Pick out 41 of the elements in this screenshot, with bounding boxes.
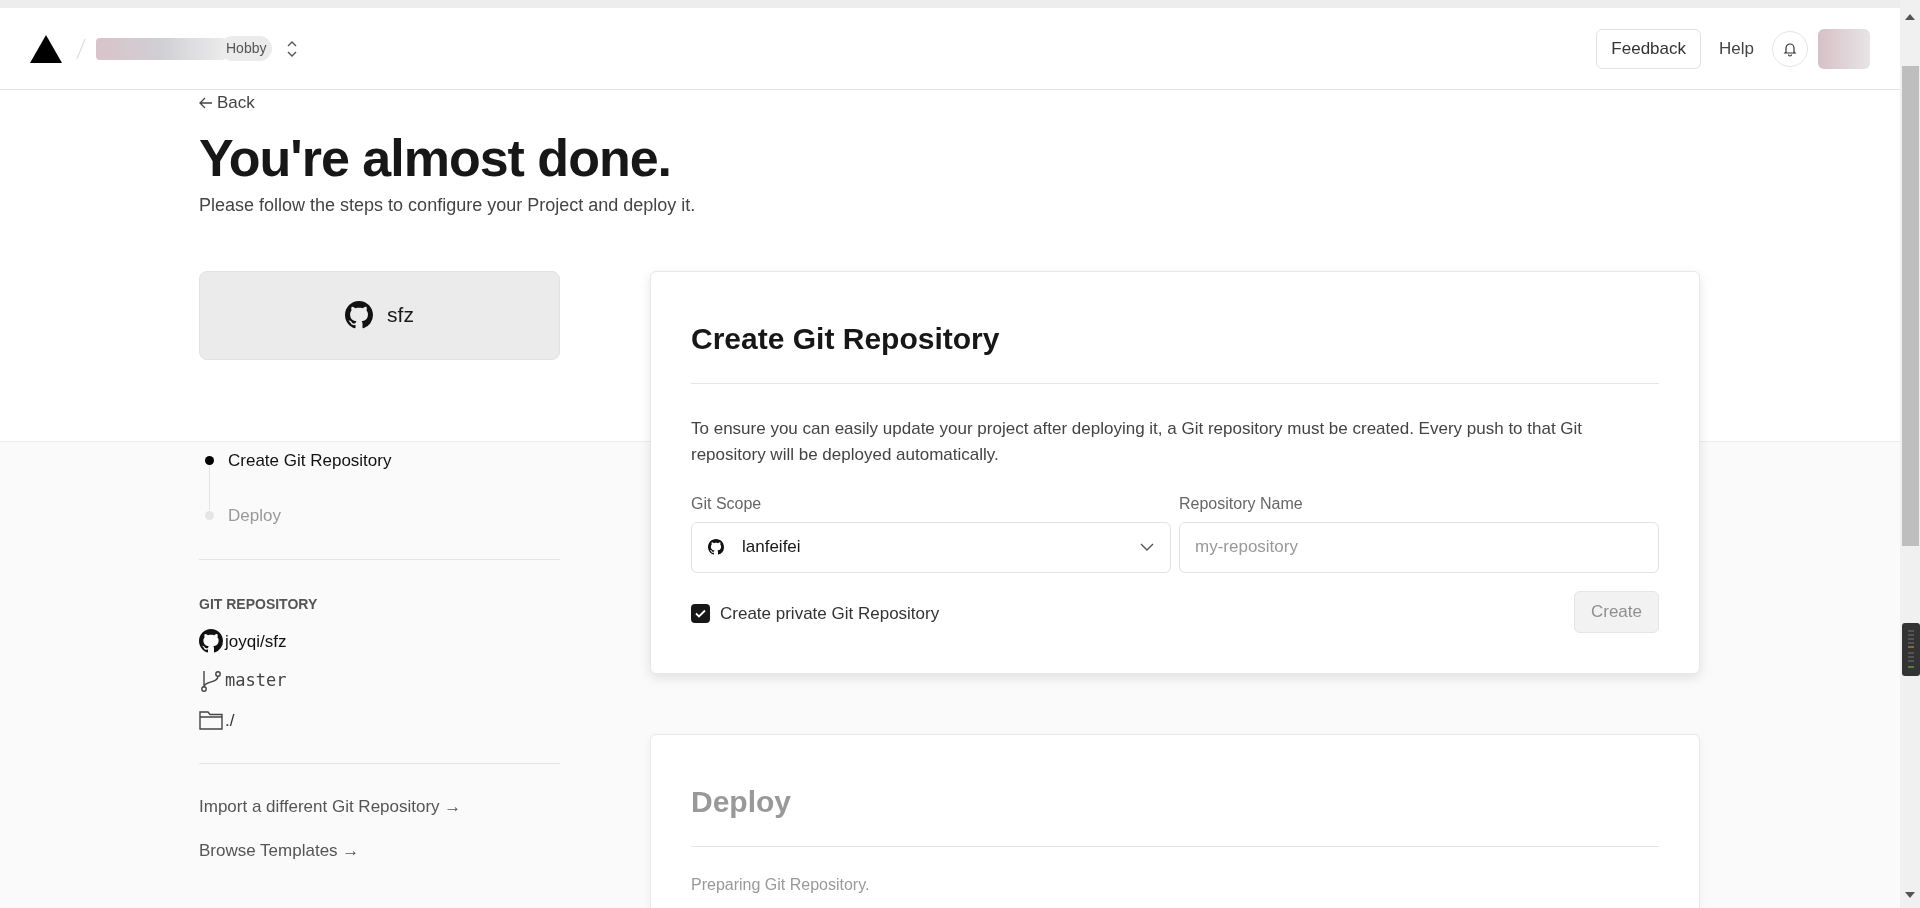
help-link[interactable]: Help: [1719, 35, 1754, 62]
page-title: You're almost done.: [199, 127, 673, 188]
chevron-down-icon: [1140, 543, 1154, 551]
git-scope-dropdown[interactable]: lanfeifei: [691, 521, 1171, 573]
checkbox-label: Create private Git Repository: [720, 602, 940, 625]
step-label: Create Git Repository: [228, 449, 392, 472]
text-link[interactable]: Browse Templates →: [199, 837, 360, 863]
card-title: Deploy: [691, 778, 1659, 847]
root-directory: ./: [225, 709, 235, 732]
field-label: Repository Name: [1179, 493, 1304, 514]
page-subtitle: Please follow the steps to configure your Project and deploy it.: [199, 193, 697, 217]
back-link[interactable]: Back: [199, 90, 255, 116]
branch-name: master: [225, 669, 287, 692]
check-icon: [695, 608, 706, 618]
card-description: Preparing Git Repository.: [691, 874, 871, 895]
card-title: Create Git Repository: [691, 315, 1659, 384]
repository-name-input[interactable]: my-repository: [1179, 521, 1659, 573]
scrollbar-thumb[interactable]: [1901, 66, 1919, 546]
step-label: Deploy: [228, 505, 281, 527]
scrollbar[interactable]: [1900, 0, 1920, 908]
branch-icon: [199, 668, 223, 693]
github-icon: [708, 539, 724, 555]
checkbox[interactable]: [691, 603, 710, 623]
meter-widget-icon[interactable]: [1902, 623, 1920, 676]
card-description: To ensure you can easily update your project after deploying it, a Git repository must be created. Every push to that Git repository will be deployed automatically.: [691, 417, 1584, 466]
section-heading: GIT REPOSITORY: [199, 594, 319, 614]
scroll-up-icon[interactable]: [1905, 14, 1915, 20]
github-icon: [345, 301, 374, 329]
repository-name: sfz: [387, 302, 414, 329]
scroll-down-icon[interactable]: [1905, 892, 1915, 898]
text-link[interactable]: Import a different Git Repository →: [199, 794, 462, 820]
slash-icon: [76, 37, 86, 60]
folder-icon: [199, 710, 223, 731]
github-icon: [199, 629, 223, 654]
arrow-left-icon: [199, 96, 213, 109]
field-label: Git Scope: [691, 493, 763, 514]
triangle-logo-icon[interactable]: [30, 34, 62, 63]
feedback-button[interactable]: Feedback: [1596, 28, 1702, 69]
scope-value: lanfeifei: [742, 536, 802, 559]
step-item[interactable]: Create Git Repository: [205, 447, 560, 473]
bell-icon: [1782, 40, 1798, 57]
